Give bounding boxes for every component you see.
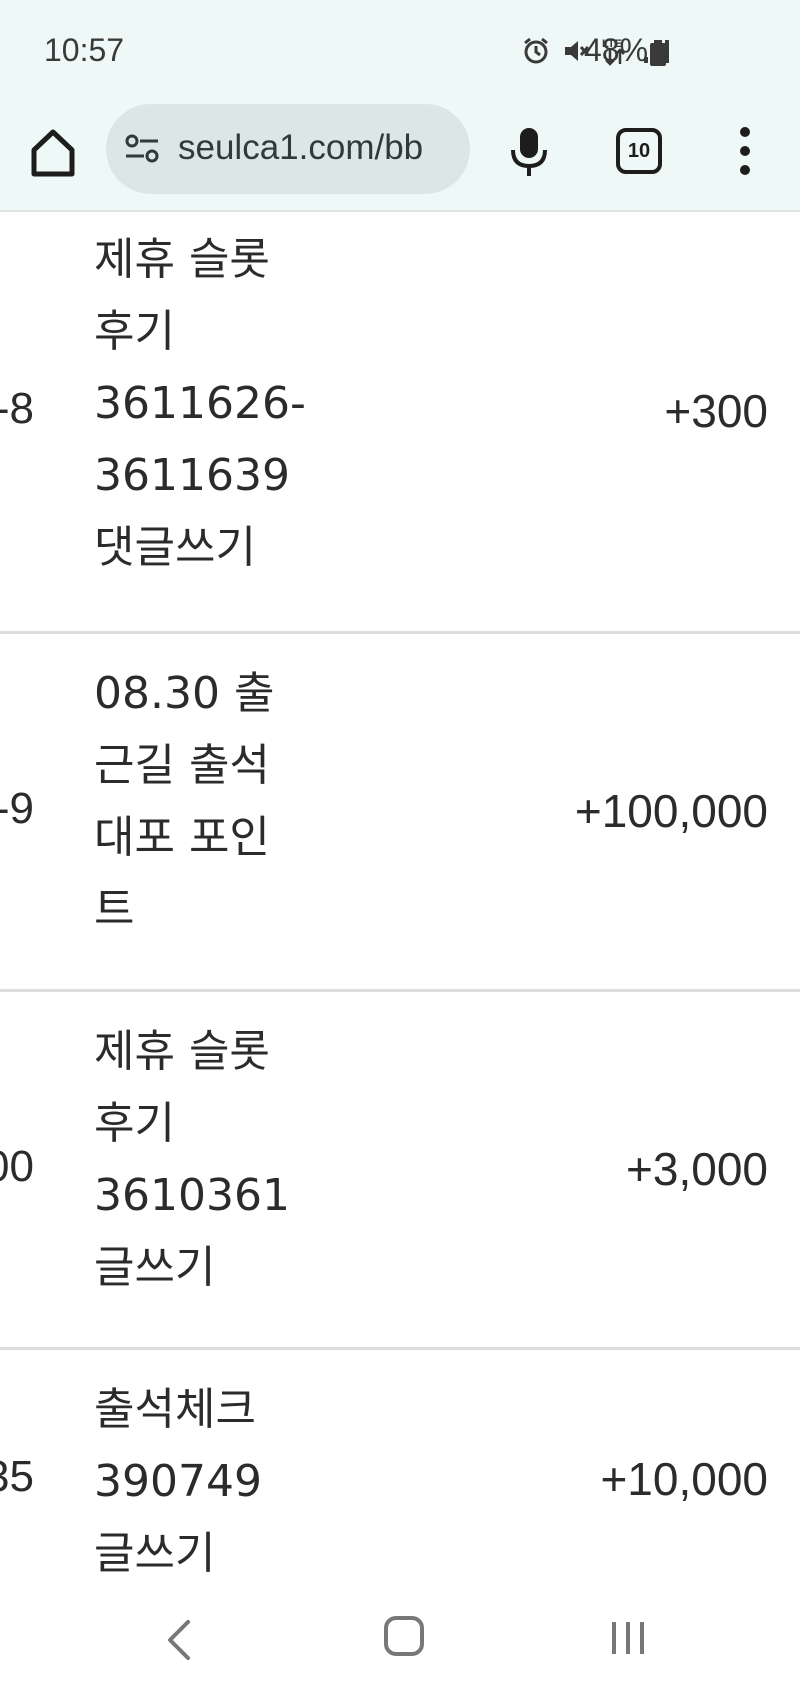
mic-icon[interactable] — [508, 126, 550, 178]
description-line: 댓글쓰기 — [94, 522, 256, 573]
more-vert-icon[interactable] — [735, 126, 755, 176]
description-line: 390749 — [94, 1456, 262, 1507]
url-bar[interactable]: seulca1.com/bb — [106, 104, 470, 194]
row-id: 35 — [0, 1452, 34, 1501]
battery-icon — [650, 40, 666, 66]
row-points: +10,000 — [600, 1453, 768, 1505]
list-item: -9 08.30 출 근길 출석 대포 포인 트 +100,000 — [0, 634, 800, 992]
row-id: -9 — [0, 784, 34, 833]
row-id: 00 — [0, 1142, 34, 1191]
row-points: +3,000 — [626, 1143, 768, 1195]
status-bar: 10:57 LTE 48% — [0, 0, 800, 104]
description-line: 대포 포인 — [94, 812, 270, 863]
row-description: 제휴 슬롯 후기 3611626- 3611639 댓글쓰기 — [94, 224, 334, 584]
description-line: 3611639 — [94, 450, 290, 501]
list-item: -8 제휴 슬롯 후기 3611626- 3611639 댓글쓰기 +300 — [0, 214, 800, 634]
status-time: 10:57 — [44, 32, 125, 68]
description-line: 근길 출석 — [94, 740, 270, 791]
description-line: 후기 — [94, 1098, 175, 1149]
row-description: 출석체크 390749 글쓰기 — [94, 1374, 334, 1590]
browser-toolbar: seulca1.com/bb 10 — [0, 104, 800, 212]
description-line: 트 — [94, 884, 135, 935]
description-line: 3611626- — [94, 378, 306, 429]
row-points: +300 — [664, 385, 768, 437]
row-description: 08.30 출 근길 출석 대포 포인 트 — [94, 658, 334, 946]
back-icon[interactable] — [164, 1618, 194, 1662]
row-points: +100,000 — [574, 785, 768, 837]
description-line: 제휴 슬롯 — [94, 234, 270, 285]
home-icon[interactable] — [28, 126, 78, 180]
recent-apps-icon[interactable] — [610, 1620, 646, 1656]
description-line: 글쓰기 — [94, 1242, 216, 1293]
list-item: 35 출석체크 390749 글쓰기 +10,000 — [0, 1350, 800, 1594]
description-line: 08.30 출 — [94, 668, 275, 719]
list-item: 00 제휴 슬롯 후기 3610361 글쓰기 +3,000 — [0, 992, 800, 1350]
system-nav-bar — [0, 1594, 800, 1689]
battery-percent: 48% — [584, 32, 649, 68]
alarm-icon — [524, 37, 548, 64]
description-line: 3610361 — [94, 1170, 290, 1221]
description-line: 출석체크 — [94, 1384, 256, 1435]
row-description: 제휴 슬롯 후기 3610361 글쓰기 — [94, 1016, 334, 1304]
home-circle-icon[interactable] — [384, 1616, 424, 1656]
points-history-list: -8 제휴 슬롯 후기 3611626- 3611639 댓글쓰기 +300 -… — [0, 214, 800, 1594]
site-settings-icon[interactable] — [124, 134, 160, 164]
description-line: 제휴 슬롯 — [94, 1026, 270, 1077]
tabs-icon[interactable]: 10 — [616, 128, 662, 174]
row-id: -8 — [0, 384, 34, 433]
description-line: 글쓰기 — [94, 1528, 216, 1579]
url-text[interactable]: seulca1.com/bb — [178, 128, 423, 168]
description-line: 후기 — [94, 306, 175, 357]
